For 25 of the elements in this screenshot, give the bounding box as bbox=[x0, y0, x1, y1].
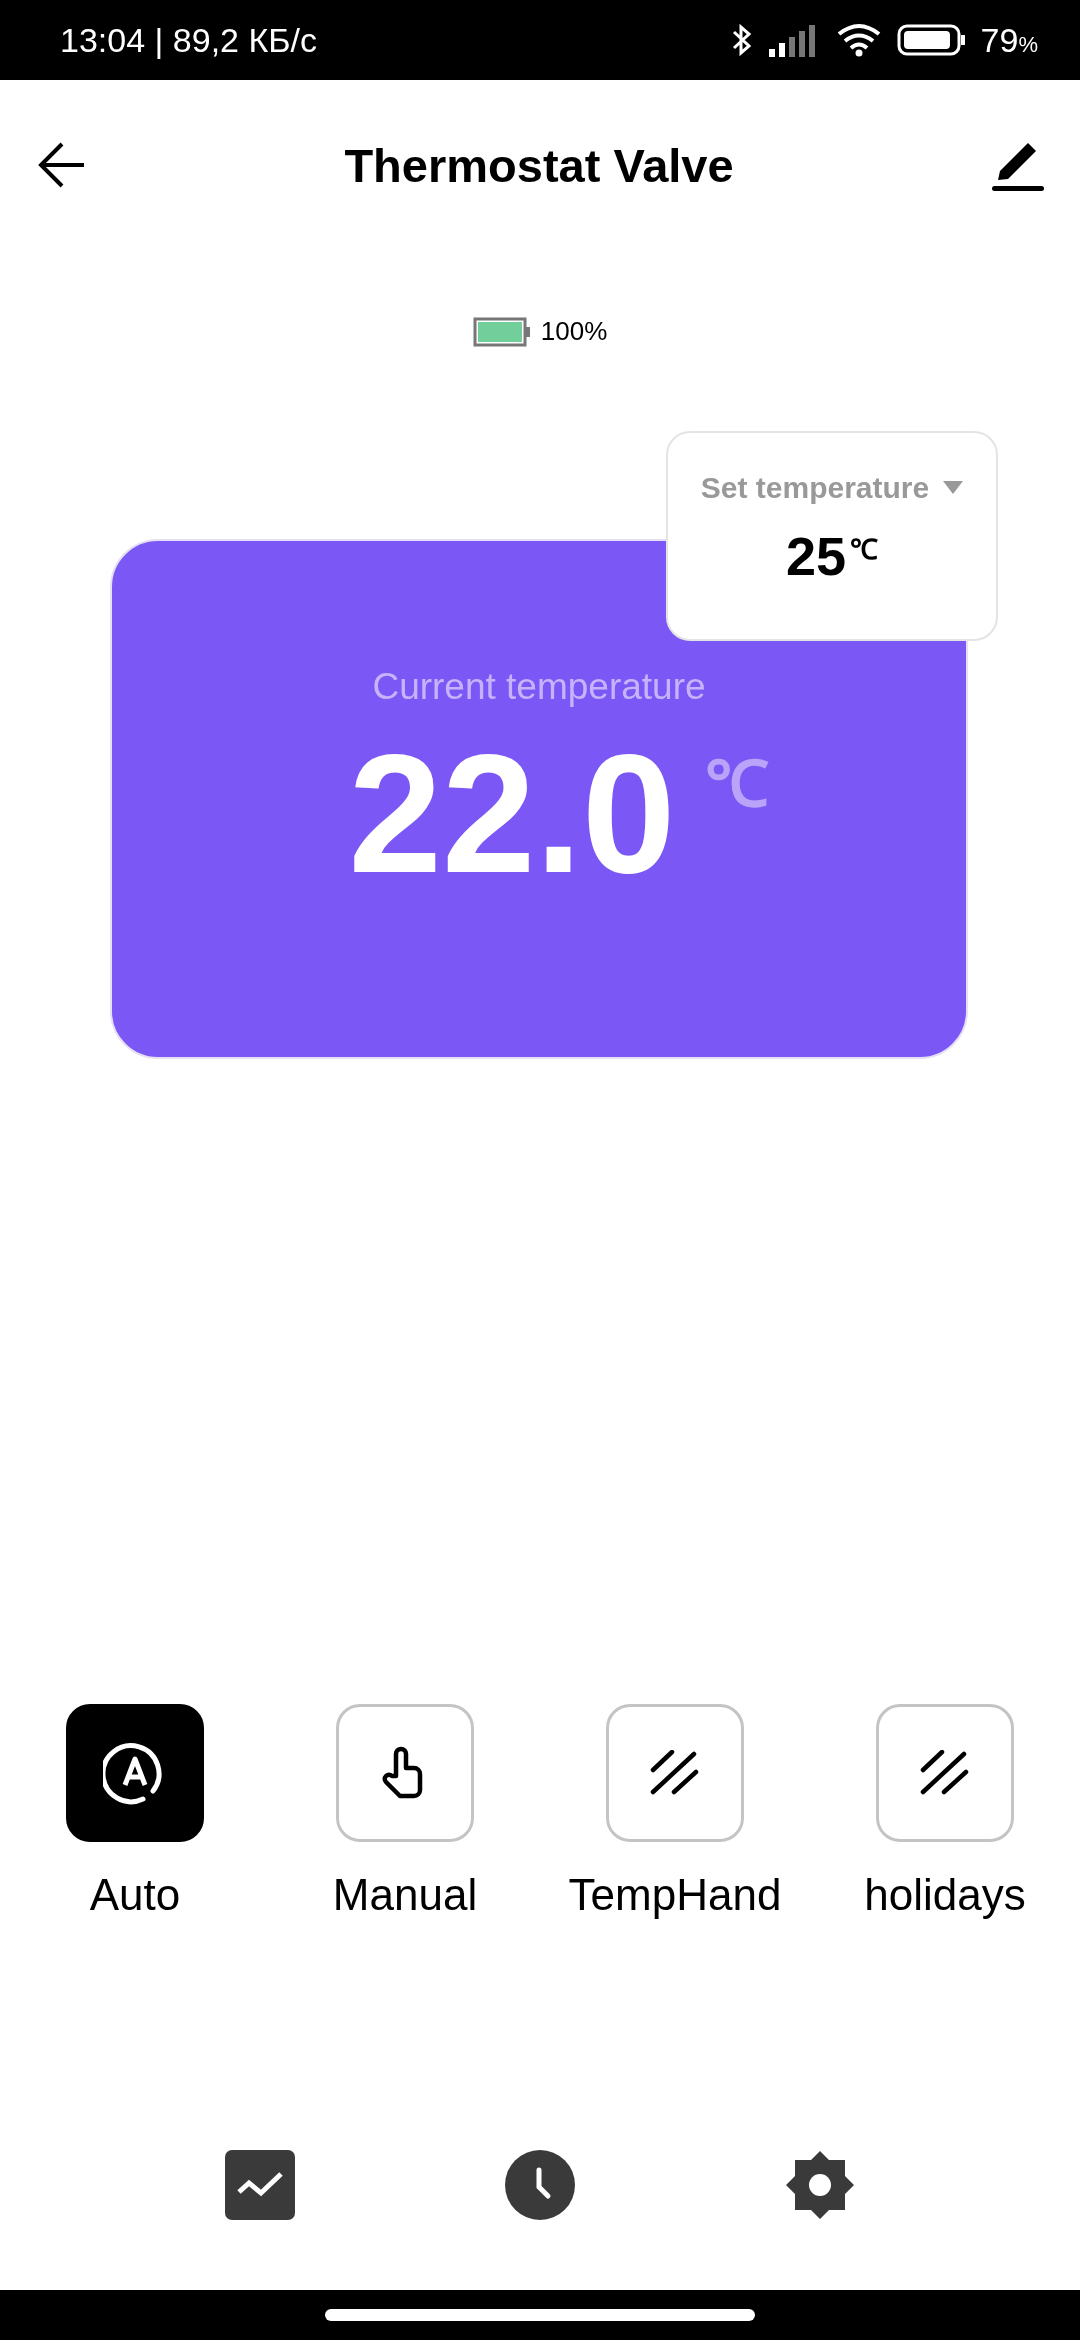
clock-icon[interactable] bbox=[505, 2150, 575, 2220]
dropdown-icon[interactable] bbox=[943, 481, 964, 495]
set-temperature-value: 25 bbox=[785, 529, 847, 583]
battery-icon bbox=[896, 23, 967, 57]
mode-button[interactable] bbox=[66, 1704, 204, 1842]
slash-lines-icon bbox=[650, 1750, 700, 1796]
battery-icon bbox=[472, 316, 531, 347]
bluetooth-icon bbox=[730, 22, 753, 58]
slash-lines-icon bbox=[920, 1750, 970, 1796]
mode-label: Manual bbox=[332, 1870, 478, 1920]
temperature-unit: ℃ bbox=[850, 533, 879, 567]
page-title: Thermostat Valve bbox=[344, 137, 734, 193]
set-temperature-panel[interactable]: Set temperature 25℃ bbox=[666, 431, 998, 641]
battery-reading: 100% bbox=[540, 316, 608, 347]
mode-label: TempHand bbox=[568, 1870, 782, 1920]
current-temperature-value: 22.0 bbox=[348, 730, 676, 898]
chart-icon[interactable] bbox=[225, 2150, 295, 2220]
set-temperature-label: Set temperature bbox=[700, 471, 930, 505]
mode-label: Auto bbox=[89, 1870, 181, 1920]
mode-label: holidays bbox=[864, 1870, 1026, 1920]
settings-icon[interactable] bbox=[785, 2150, 855, 2220]
status-time: 13:04 | 89,2 КБ/с bbox=[60, 20, 317, 60]
temperature-unit: ℃ bbox=[705, 747, 770, 822]
current-temperature-label: Current temperature bbox=[372, 666, 706, 708]
battery-percent: 79% bbox=[980, 20, 1038, 60]
